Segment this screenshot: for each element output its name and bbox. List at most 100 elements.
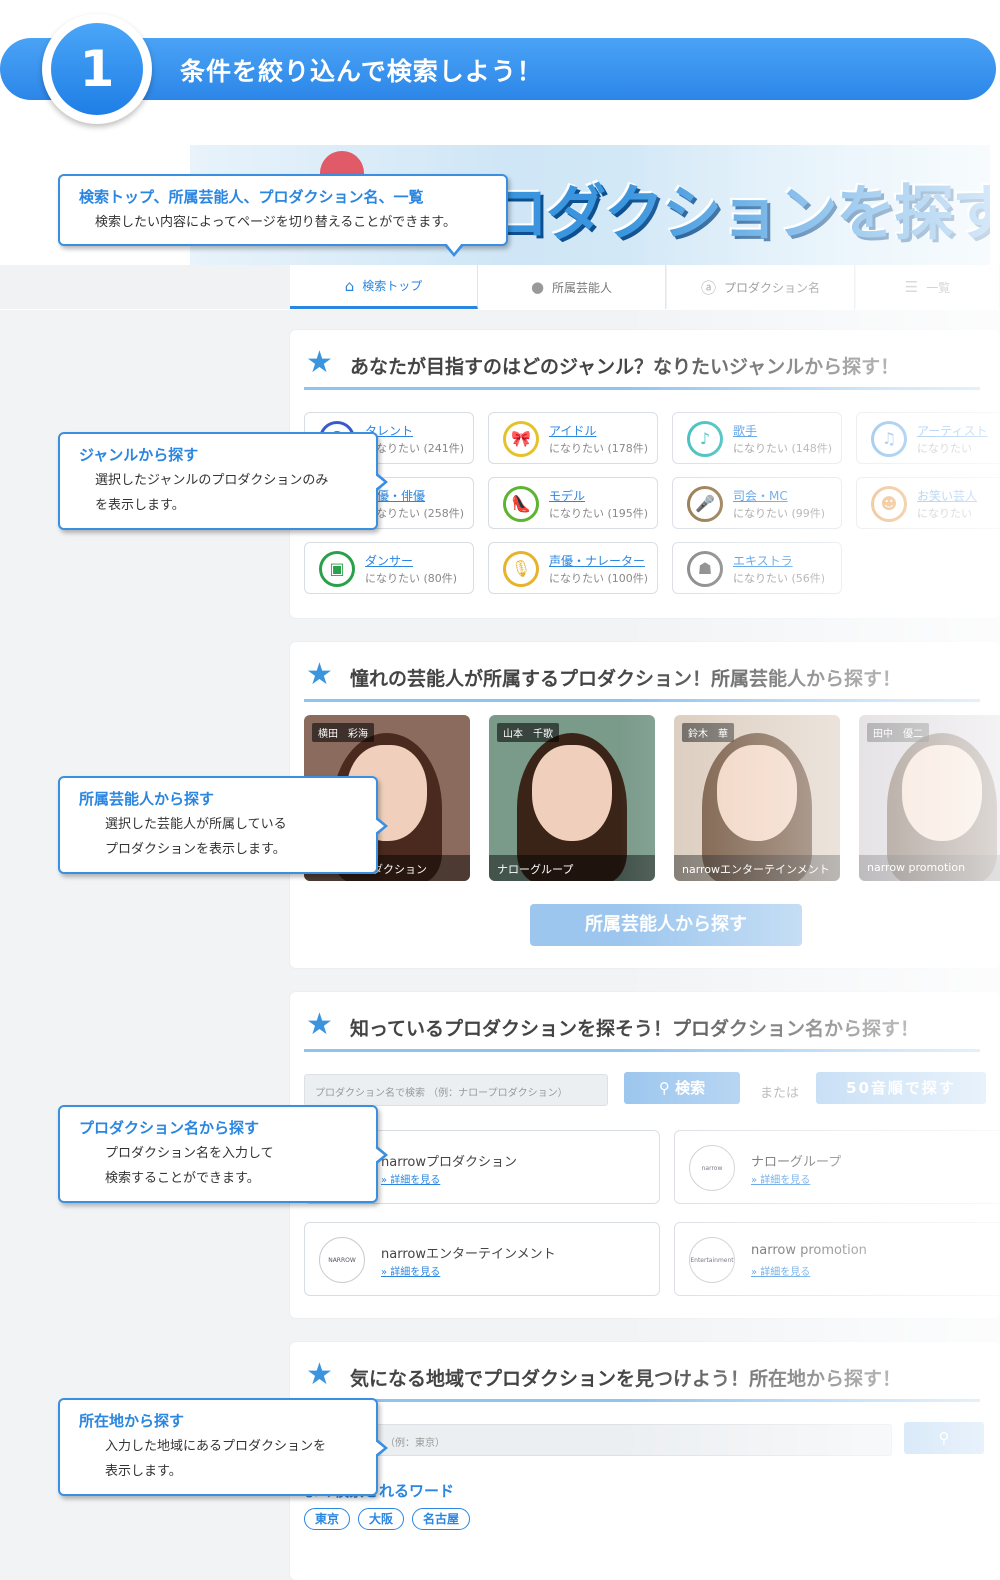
star-icon: ★ [306, 657, 333, 692]
details-link[interactable]: » 詳細を見る [751, 1171, 810, 1186]
production-card[interactable]: Entertainment narrow promotion » 詳細を見る [674, 1222, 1000, 1296]
talent-section: ★ 憧れの芸能人が所属するプロダクション！所属芸能人から探す！ 横田 彩海 nar… [290, 642, 1000, 968]
details-link[interactable]: » 詳細を見る [751, 1263, 810, 1278]
genre-card[interactable]: 🎤 司会・MC になりたい (99件) [672, 477, 842, 529]
production-logo: Entertainment [689, 1237, 735, 1283]
talent-production: ナローグループ [489, 855, 655, 881]
tab-label: 検索トップ [362, 279, 423, 293]
section-header: ★ あなたが目指すのはどのジャンル？なりたいジャンルから探す！ [304, 346, 980, 390]
genre-card[interactable]: ☗ エキストラ になりたい (56件) [672, 542, 842, 594]
kana-search-button[interactable]: 50音順で探す [816, 1072, 986, 1104]
star-icon: ★ [306, 1007, 333, 1042]
genre-name[interactable]: アイドル [549, 422, 596, 439]
genre-name[interactable]: エキストラ [733, 552, 793, 569]
step-number-badge: 1 [42, 14, 152, 124]
location-search-input[interactable]: （例：東京） [304, 1424, 892, 1456]
talent-photo-face [902, 745, 982, 841]
genre-name[interactable]: お笑い芸人 [917, 487, 977, 504]
talent-production: narrow promotion [859, 855, 1000, 881]
section-header: ★ 憧れの芸能人が所属するプロダクション！所属芸能人から探す！ [304, 658, 980, 702]
genre-count: になりたい [917, 442, 972, 455]
callout-text: プロダクションを表示します。 [105, 842, 286, 857]
production-card[interactable]: narrow GROUP ナローグループ» 詳細を見る [674, 1130, 1000, 1204]
genre-card[interactable]: ▣ ダンサーになりたい (80件) [304, 542, 474, 594]
production-section: ★ 知っているプロダクションを探そう！プロダクション名から探す！ プロダクション… [290, 992, 1000, 1318]
star-icon: ★ [306, 345, 333, 380]
talent-photo-face [532, 745, 612, 841]
genre-card[interactable]: 🎙 声優・ナレーター になりたい (100件) [488, 542, 658, 594]
talent-card[interactable]: 山本 千歌 ナローグループ [489, 715, 655, 881]
home-icon: ⌂ [344, 276, 355, 295]
star-icon: ★ [306, 1357, 333, 1392]
callout-text: 入力した地域にあるプロダクションを [105, 1439, 327, 1454]
genre-name[interactable]: アーティスト [917, 422, 988, 439]
search-icon: ⚲ [938, 1429, 950, 1447]
production-card[interactable]: NARROW ENTERTAINMENT narrowエンターテインメント» 詳細… [304, 1222, 660, 1296]
genre-card[interactable]: 🎀 アイドル になりたい (178件) [488, 412, 658, 464]
tab-label: プロダクション名 [724, 280, 821, 295]
tab-production-name[interactable]: ⓐ プロダクション名 [667, 265, 855, 309]
genre-name[interactable]: 歌手 [733, 422, 757, 439]
genre-name[interactable]: 司会・MC [733, 487, 788, 504]
production-search-button[interactable]: ⚲ 検索 [624, 1072, 740, 1104]
details-link[interactable]: » 詳細を見る [381, 1171, 440, 1186]
word-pill-nagoya[interactable]: 名古屋 [412, 1508, 470, 1530]
callout-title: 所属芸能人から探す [79, 790, 215, 808]
talent-name: 横田 彩海 [312, 723, 374, 742]
genre-icon: ☻ [871, 486, 907, 522]
a-icon: ⓐ [700, 278, 716, 297]
callout-title: プロダクション名から探す [79, 1119, 260, 1137]
genre-card[interactable]: ☻ お笑い芸人になりたい [856, 477, 1000, 529]
genre-icon: ♪ [687, 421, 723, 457]
genre-name[interactable]: 声優・ナレーター [549, 552, 645, 569]
section-title: あなたが目指すのはどのジャンル？なりたいジャンルから探す！ [350, 356, 900, 378]
genre-card[interactable]: ♪ 歌手になりたい (148件) [672, 412, 842, 464]
talent-card[interactable]: 田中 優二 narrow promotion [859, 715, 1000, 881]
talent-name: 田中 優二 [867, 723, 929, 742]
genre-count: になりたい (195件) [549, 507, 649, 520]
genre-name[interactable]: モデル [549, 487, 585, 504]
genre-count: になりたい (241件) [365, 442, 465, 455]
production-name: ナローグループ [751, 1155, 842, 1170]
production-name: narrow promotion [751, 1243, 867, 1258]
tab-list[interactable]: ☰ 一覧 [856, 265, 1000, 309]
talent-search-button[interactable]: 所属芸能人から探す [530, 904, 802, 946]
callout-text: プロダクション名を入力して [105, 1146, 274, 1161]
genre-count: になりたい (80件) [365, 572, 458, 585]
genre-name[interactable]: ダンサー [365, 552, 413, 569]
genre-section: ★ あなたが目指すのはどのジャンル？なりたいジャンルから探す！ ☺タレントになり… [290, 330, 1000, 618]
production-logo: narrow GROUP [689, 1145, 735, 1191]
location-search-button[interactable]: ⚲ [904, 1422, 984, 1454]
banner-title: プロダクションを探す [430, 179, 990, 249]
section-title: 気になる地域でプロダクションを見つけよう！所在地から探す！ [350, 1368, 902, 1390]
details-link[interactable]: » 詳細を見る [381, 1263, 440, 1278]
production-logo: NARROW ENTERTAINMENT [319, 1237, 365, 1283]
callout-pointer [444, 243, 464, 257]
genre-icon: ▣ [319, 551, 355, 587]
production-search-input[interactable]: プロダクション名で検索 （例：ナロープロダクション） [304, 1074, 608, 1106]
genre-card[interactable]: 👠 モデル になりたい (195件) [488, 477, 658, 529]
genre-count: になりたい [917, 507, 972, 520]
tab-search-top[interactable]: ⌂ 検索トップ [290, 265, 478, 309]
talent-card[interactable]: 鈴木 華 narrowエンターテインメント [674, 715, 840, 881]
callout-pointer [374, 1145, 388, 1165]
callout-text: 検索することができます。 [105, 1171, 260, 1186]
section-title: 知っているプロダクションを探そう！プロダクション名から探す！ [350, 1018, 920, 1040]
talent-photo-face [717, 745, 797, 841]
genre-count: になりたい (148件) [733, 442, 833, 455]
word-pill-tokyo[interactable]: 東京 [304, 1508, 350, 1530]
genre-count: になりたい (100件) [549, 572, 649, 585]
callout-text: 選択したジャンルのプロダクションのみ [95, 473, 329, 488]
genre-icon: ♫ [871, 421, 907, 457]
production-name: narrowプロダクション [381, 1155, 517, 1170]
search-icon: ⚲ [658, 1079, 676, 1097]
talent-production: narrowエンターテインメント [674, 855, 840, 881]
genre-card[interactable]: ♫ アーティストになりたい [856, 412, 1000, 464]
genre-icon: 🎀 [503, 421, 539, 457]
tab-talent[interactable]: ● 所属芸能人 [478, 265, 666, 309]
location-section: ★ 気になる地域でプロダクションを見つけよう！所在地から探す！ （例：東京） ⚲… [290, 1342, 1000, 1580]
callout-title: 所在地から探す [79, 1412, 185, 1430]
word-pill-osaka[interactable]: 大阪 [358, 1508, 404, 1530]
callout-pointer [374, 1438, 388, 1458]
callout-tabs: 検索トップ、所属芸能人、プロダクション名、一覧 検索したい内容によってページを切… [58, 174, 508, 257]
